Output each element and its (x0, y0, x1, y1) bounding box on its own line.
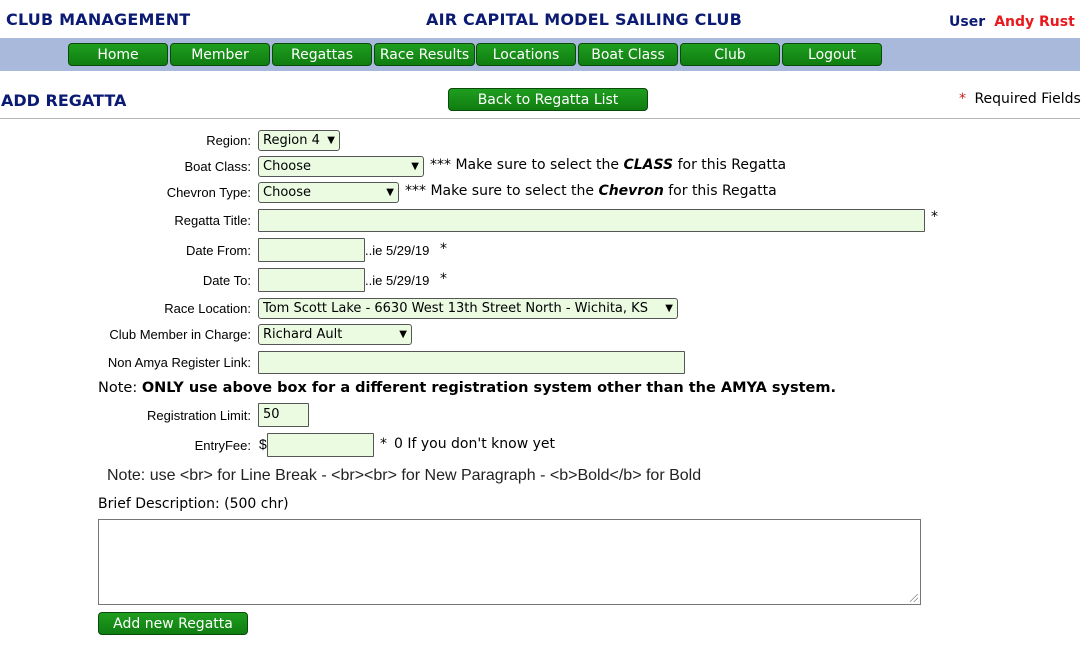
chevron-down-icon: ▼ (665, 303, 673, 314)
race-location-select[interactable]: Tom Scott Lake - 6630 West 13th Street N… (258, 298, 678, 319)
chevron-down-icon: ▼ (386, 187, 394, 198)
entry-fee-required-star: * (380, 436, 387, 452)
chevron-down-icon: ▼ (327, 135, 335, 146)
regatta-title-label: Regatta Title: (174, 213, 251, 228)
chevron-down-icon: ▼ (399, 329, 407, 340)
club-member-value: Richard Ault (263, 327, 343, 342)
date-to-hint: ..ie 5/29/19 (365, 273, 430, 288)
entry-fee-hint: 0 If you don't know yet (394, 436, 555, 452)
divider (0, 118, 1080, 119)
page-title: ADD REGATTA (1, 91, 127, 110)
nav-home-button[interactable]: Home (68, 43, 168, 66)
register-link-label: Non Amya Register Link: (107, 355, 251, 370)
date-from-input[interactable] (258, 238, 365, 262)
nav-locations-button[interactable]: Locations (476, 43, 576, 66)
date-to-input[interactable] (258, 268, 365, 292)
date-from-label: Date From: (185, 243, 251, 258)
club-member-select[interactable]: Richard Ault ▼ (258, 324, 412, 345)
user-label: User (949, 14, 986, 30)
nav-member-button[interactable]: Member (170, 43, 270, 66)
race-location-label: Race Location: (164, 301, 251, 316)
date-from-hint: ..ie 5/29/19 (365, 243, 430, 258)
back-to-regatta-list-button[interactable]: Back to Regatta List (448, 88, 648, 111)
app-title: CLUB MANAGEMENT (6, 10, 191, 29)
entry-fee-label: EntryFee: (194, 438, 251, 453)
date-to-label: Date To: (202, 273, 251, 288)
region-select[interactable]: Region 4 ▼ (258, 130, 340, 151)
required-star: * (959, 91, 966, 107)
add-new-regatta-button[interactable]: Add new Regatta (98, 612, 248, 635)
race-location-value: Tom Scott Lake - 6630 West 13th Street N… (263, 301, 648, 316)
registration-limit-label: Registration Limit: (146, 408, 251, 423)
boat-class-note: *** Make sure to select the CLASS for th… (430, 157, 787, 173)
required-fields-label: Required Fields (974, 91, 1081, 107)
club-title: AIR CAPITAL MODEL SAILING CLUB (426, 10, 743, 29)
chevron-type-value: Choose (263, 185, 311, 200)
nav-logout-button[interactable]: Logout (782, 43, 882, 66)
region-value: Region 4 (263, 133, 320, 148)
boat-class-label: Boat Class: (184, 159, 251, 174)
required-fields-legend: * Required Fields (959, 91, 1081, 107)
user-name: Andy Rust (994, 14, 1075, 30)
nav-club-button[interactable]: Club (680, 43, 780, 66)
chevron-down-icon: ▼ (411, 161, 419, 172)
description-textarea[interactable] (98, 519, 921, 605)
nav-race-results-button[interactable]: Race Results (374, 43, 475, 66)
resize-grip-icon[interactable] (910, 594, 918, 602)
club-member-label: Club Member in Charge: (109, 327, 251, 342)
currency-symbol: $ (259, 436, 267, 452)
region-label: Region: (206, 133, 251, 148)
chevron-type-select[interactable]: Choose ▼ (258, 182, 399, 203)
registration-system-note: Note: ONLY use above box for a different… (98, 380, 837, 396)
user-info: User Andy Rust (949, 11, 1075, 30)
boat-class-select[interactable]: Choose ▼ (258, 156, 424, 177)
formatting-note: Note: use <br> for Line Break - <br><br>… (107, 467, 702, 484)
registration-limit-input[interactable]: 50 (258, 403, 309, 427)
date-to-required-star: * (440, 271, 447, 287)
regatta-title-required-star: * (931, 209, 938, 225)
entry-fee-input[interactable] (267, 433, 374, 457)
description-label: Brief Description: (500 chr) (98, 496, 289, 512)
regatta-title-input[interactable] (258, 209, 925, 232)
nav-boat-class-button[interactable]: Boat Class (578, 43, 678, 66)
nav-regattas-button[interactable]: Regattas (272, 43, 372, 66)
chevron-type-note: *** Make sure to select the Chevron for … (405, 183, 777, 199)
register-link-input[interactable] (258, 351, 685, 374)
date-from-required-star: * (440, 241, 447, 257)
boat-class-value: Choose (263, 159, 311, 174)
chevron-type-label: Chevron Type: (166, 185, 251, 200)
